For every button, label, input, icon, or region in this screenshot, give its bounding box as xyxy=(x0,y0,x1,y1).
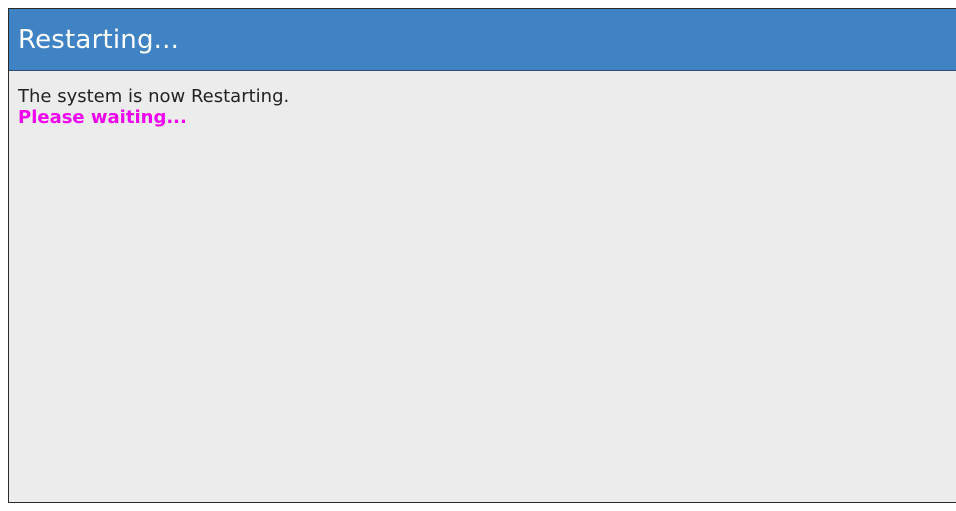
panel-header: Restarting... xyxy=(9,9,956,71)
waiting-text: Please waiting... xyxy=(18,107,187,128)
restart-message: The system is now Restarting. xyxy=(18,86,290,107)
restart-panel: Restarting... The system is now Restarti… xyxy=(8,8,956,503)
restart-page: Restarting... The system is now Restarti… xyxy=(0,0,956,511)
panel-body: The system is now Restarting. Please wai… xyxy=(9,71,956,128)
panel-title: Restarting... xyxy=(18,24,180,55)
